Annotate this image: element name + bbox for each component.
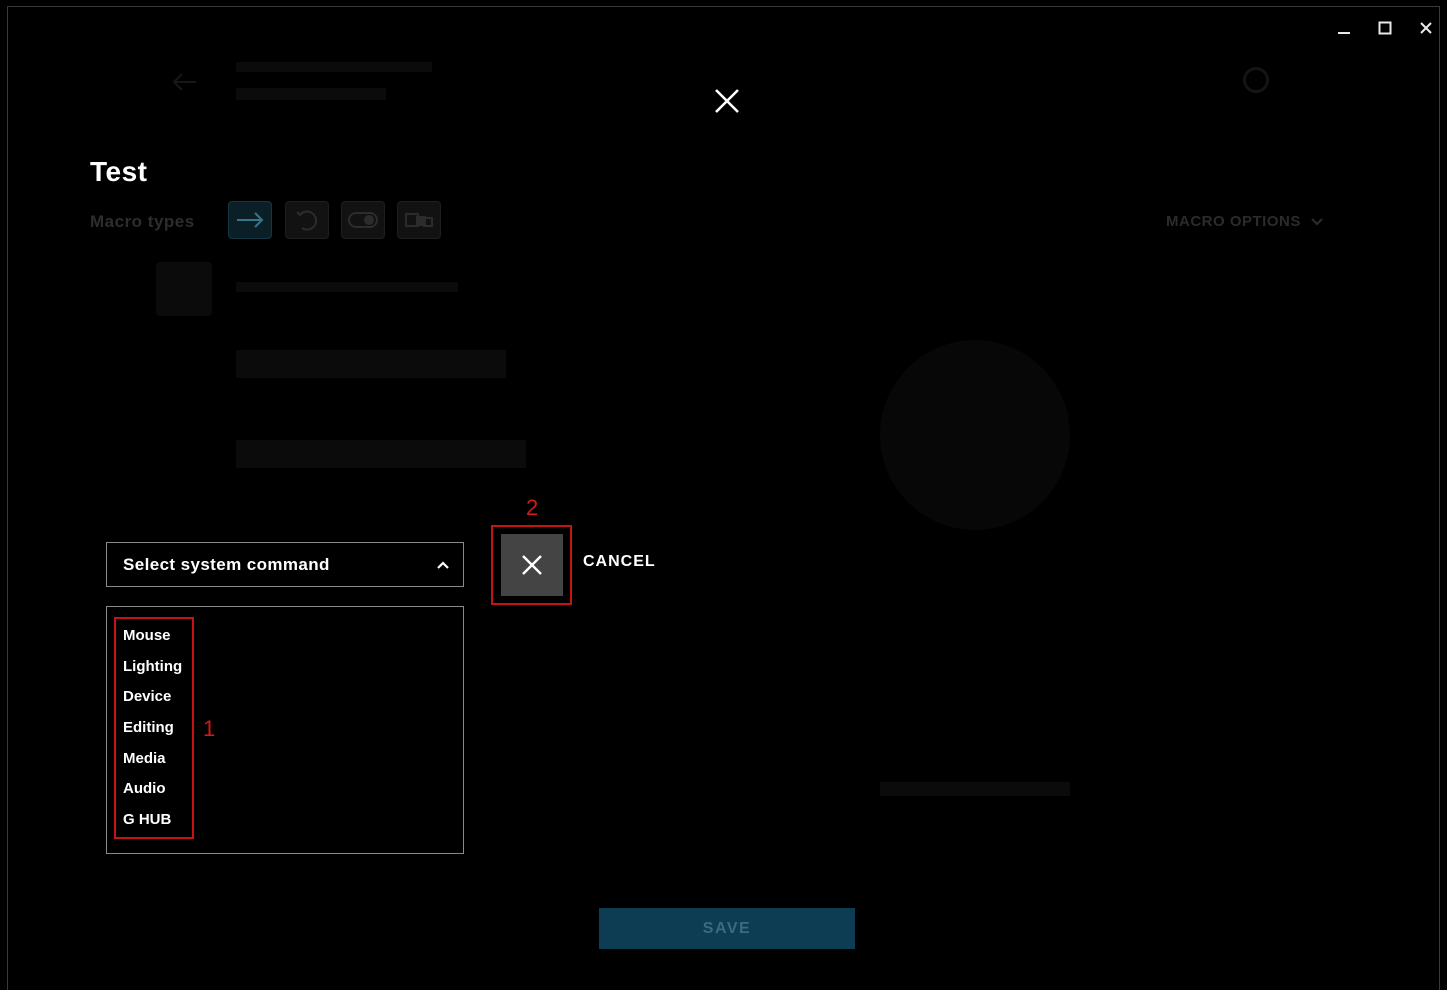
toggle-icon <box>348 212 378 228</box>
macro-type-sequence-button[interactable] <box>397 201 441 239</box>
option-lighting[interactable]: Lighting <box>123 658 182 675</box>
chevron-down-icon <box>1311 217 1323 226</box>
option-editing[interactable]: Editing <box>123 719 174 736</box>
cancel-label[interactable]: CANCEL <box>583 553 656 571</box>
option-g-hub[interactable]: G HUB <box>123 811 171 828</box>
cancel-button[interactable] <box>501 534 563 596</box>
overlay-close-icon[interactable] <box>712 86 742 116</box>
settings-gear-icon <box>1243 67 1269 93</box>
background-toggle <box>880 782 1070 796</box>
arrow-right-icon <box>237 212 264 228</box>
system-command-select-label: Select system command <box>123 554 330 574</box>
macro-type-toggle-button[interactable] <box>341 201 385 239</box>
option-media[interactable]: Media <box>123 750 166 767</box>
annotation-marker-2: 2 <box>526 495 539 520</box>
close-icon <box>522 555 542 575</box>
annotation-marker-1: 1 <box>203 716 216 741</box>
maximize-icon[interactable] <box>1373 16 1397 40</box>
macro-type-no-repeat-button[interactable] <box>228 201 272 239</box>
macro-types-label: Macro types <box>90 212 195 231</box>
macro-options-label: MACRO OPTIONS <box>1166 213 1301 230</box>
background-text <box>236 282 458 292</box>
minimize-icon[interactable] <box>1332 16 1356 40</box>
save-button[interactable]: SAVE <box>599 908 855 949</box>
background-profile-selector <box>236 88 386 100</box>
background-text <box>236 350 506 378</box>
system-command-select[interactable]: Select system command <box>106 542 464 587</box>
background-button <box>236 440 526 468</box>
macro-type-repeat-button[interactable] <box>285 201 329 239</box>
loop-icon <box>296 210 318 231</box>
sequence-icon <box>405 213 433 227</box>
background-device-graphic <box>880 340 1070 530</box>
macro-options-dropdown[interactable]: MACRO OPTIONS <box>1166 213 1323 230</box>
option-audio[interactable]: Audio <box>123 780 166 797</box>
back-arrow-icon <box>172 72 198 96</box>
chevron-up-icon <box>437 560 449 569</box>
option-mouse[interactable]: Mouse <box>123 627 171 644</box>
background-breadcrumb <box>236 62 432 72</box>
close-icon[interactable] <box>1414 16 1438 40</box>
macro-title: Test <box>90 156 148 187</box>
option-device[interactable]: Device <box>123 688 171 705</box>
background-macro-thumbnail <box>156 262 212 316</box>
